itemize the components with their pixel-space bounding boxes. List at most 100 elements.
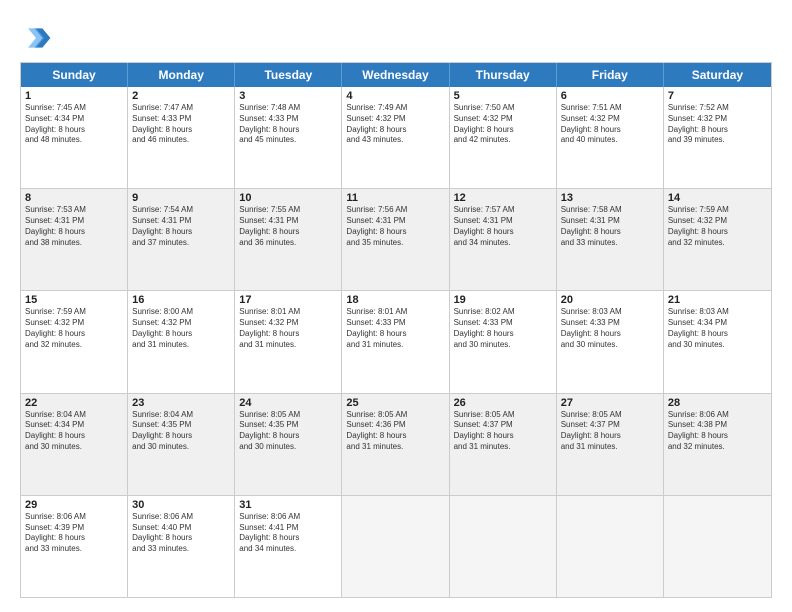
cell-info: Sunrise: 7:59 AMSunset: 4:32 PMDaylight:… — [668, 205, 767, 248]
day-cell-20: 20Sunrise: 8:03 AMSunset: 4:33 PMDayligh… — [557, 291, 664, 392]
cell-info: Sunrise: 8:05 AMSunset: 4:37 PMDaylight:… — [561, 410, 659, 453]
cell-info: Sunrise: 8:06 AMSunset: 4:40 PMDaylight:… — [132, 512, 230, 555]
day-cell-28: 28Sunrise: 8:06 AMSunset: 4:38 PMDayligh… — [664, 394, 771, 495]
header-day-thursday: Thursday — [450, 63, 557, 87]
day-cell-16: 16Sunrise: 8:00 AMSunset: 4:32 PMDayligh… — [128, 291, 235, 392]
day-cell-5: 5Sunrise: 7:50 AMSunset: 4:32 PMDaylight… — [450, 87, 557, 188]
header-day-friday: Friday — [557, 63, 664, 87]
day-number: 12 — [454, 192, 552, 204]
cell-info: Sunrise: 8:04 AMSunset: 4:34 PMDaylight:… — [25, 410, 123, 453]
header-day-monday: Monday — [128, 63, 235, 87]
day-cell-17: 17Sunrise: 8:01 AMSunset: 4:32 PMDayligh… — [235, 291, 342, 392]
cell-info: Sunrise: 7:52 AMSunset: 4:32 PMDaylight:… — [668, 103, 767, 146]
day-cell-11: 11Sunrise: 7:56 AMSunset: 4:31 PMDayligh… — [342, 189, 449, 290]
header — [20, 18, 772, 54]
day-cell-12: 12Sunrise: 7:57 AMSunset: 4:31 PMDayligh… — [450, 189, 557, 290]
day-cell-23: 23Sunrise: 8:04 AMSunset: 4:35 PMDayligh… — [128, 394, 235, 495]
day-number: 30 — [132, 499, 230, 511]
day-number: 18 — [346, 294, 444, 306]
day-number: 13 — [561, 192, 659, 204]
day-number: 29 — [25, 499, 123, 511]
day-number: 10 — [239, 192, 337, 204]
day-cell-9: 9Sunrise: 7:54 AMSunset: 4:31 PMDaylight… — [128, 189, 235, 290]
day-number: 31 — [239, 499, 337, 511]
header-day-tuesday: Tuesday — [235, 63, 342, 87]
day-cell-26: 26Sunrise: 8:05 AMSunset: 4:37 PMDayligh… — [450, 394, 557, 495]
cell-info: Sunrise: 7:48 AMSunset: 4:33 PMDaylight:… — [239, 103, 337, 146]
day-number: 25 — [346, 397, 444, 409]
day-cell-8: 8Sunrise: 7:53 AMSunset: 4:31 PMDaylight… — [21, 189, 128, 290]
cell-info: Sunrise: 7:51 AMSunset: 4:32 PMDaylight:… — [561, 103, 659, 146]
cell-info: Sunrise: 8:05 AMSunset: 4:36 PMDaylight:… — [346, 410, 444, 453]
day-cell-14: 14Sunrise: 7:59 AMSunset: 4:32 PMDayligh… — [664, 189, 771, 290]
day-number: 14 — [668, 192, 767, 204]
logo-icon — [20, 22, 52, 54]
day-number: 1 — [25, 90, 123, 102]
day-number: 17 — [239, 294, 337, 306]
cell-info: Sunrise: 7:47 AMSunset: 4:33 PMDaylight:… — [132, 103, 230, 146]
cell-info: Sunrise: 8:01 AMSunset: 4:32 PMDaylight:… — [239, 307, 337, 350]
day-cell-6: 6Sunrise: 7:51 AMSunset: 4:32 PMDaylight… — [557, 87, 664, 188]
cell-info: Sunrise: 8:06 AMSunset: 4:38 PMDaylight:… — [668, 410, 767, 453]
cell-info: Sunrise: 7:53 AMSunset: 4:31 PMDaylight:… — [25, 205, 123, 248]
cell-info: Sunrise: 7:54 AMSunset: 4:31 PMDaylight:… — [132, 205, 230, 248]
empty-cell — [342, 496, 449, 597]
cell-info: Sunrise: 8:01 AMSunset: 4:33 PMDaylight:… — [346, 307, 444, 350]
day-number: 8 — [25, 192, 123, 204]
day-number: 26 — [454, 397, 552, 409]
day-cell-4: 4Sunrise: 7:49 AMSunset: 4:32 PMDaylight… — [342, 87, 449, 188]
calendar: SundayMondayTuesdayWednesdayThursdayFrid… — [20, 62, 772, 598]
cell-info: Sunrise: 8:00 AMSunset: 4:32 PMDaylight:… — [132, 307, 230, 350]
cell-info: Sunrise: 8:06 AMSunset: 4:39 PMDaylight:… — [25, 512, 123, 555]
day-number: 3 — [239, 90, 337, 102]
header-day-sunday: Sunday — [21, 63, 128, 87]
day-cell-29: 29Sunrise: 8:06 AMSunset: 4:39 PMDayligh… — [21, 496, 128, 597]
day-number: 4 — [346, 90, 444, 102]
cell-info: Sunrise: 8:05 AMSunset: 4:35 PMDaylight:… — [239, 410, 337, 453]
day-number: 28 — [668, 397, 767, 409]
calendar-row-3: 15Sunrise: 7:59 AMSunset: 4:32 PMDayligh… — [21, 290, 771, 392]
day-cell-19: 19Sunrise: 8:02 AMSunset: 4:33 PMDayligh… — [450, 291, 557, 392]
logo — [20, 22, 56, 54]
day-number: 23 — [132, 397, 230, 409]
cell-info: Sunrise: 8:03 AMSunset: 4:34 PMDaylight:… — [668, 307, 767, 350]
cell-info: Sunrise: 8:03 AMSunset: 4:33 PMDaylight:… — [561, 307, 659, 350]
empty-cell — [557, 496, 664, 597]
empty-cell — [450, 496, 557, 597]
day-number: 19 — [454, 294, 552, 306]
cell-info: Sunrise: 7:45 AMSunset: 4:34 PMDaylight:… — [25, 103, 123, 146]
cell-info: Sunrise: 8:02 AMSunset: 4:33 PMDaylight:… — [454, 307, 552, 350]
header-day-wednesday: Wednesday — [342, 63, 449, 87]
day-cell-7: 7Sunrise: 7:52 AMSunset: 4:32 PMDaylight… — [664, 87, 771, 188]
cell-info: Sunrise: 8:06 AMSunset: 4:41 PMDaylight:… — [239, 512, 337, 555]
day-number: 16 — [132, 294, 230, 306]
cell-info: Sunrise: 7:50 AMSunset: 4:32 PMDaylight:… — [454, 103, 552, 146]
day-cell-2: 2Sunrise: 7:47 AMSunset: 4:33 PMDaylight… — [128, 87, 235, 188]
day-number: 2 — [132, 90, 230, 102]
day-cell-21: 21Sunrise: 8:03 AMSunset: 4:34 PMDayligh… — [664, 291, 771, 392]
calendar-row-4: 22Sunrise: 8:04 AMSunset: 4:34 PMDayligh… — [21, 393, 771, 495]
day-cell-27: 27Sunrise: 8:05 AMSunset: 4:37 PMDayligh… — [557, 394, 664, 495]
cell-info: Sunrise: 7:56 AMSunset: 4:31 PMDaylight:… — [346, 205, 444, 248]
day-cell-25: 25Sunrise: 8:05 AMSunset: 4:36 PMDayligh… — [342, 394, 449, 495]
calendar-row-5: 29Sunrise: 8:06 AMSunset: 4:39 PMDayligh… — [21, 495, 771, 597]
day-number: 21 — [668, 294, 767, 306]
day-number: 6 — [561, 90, 659, 102]
cell-info: Sunrise: 7:55 AMSunset: 4:31 PMDaylight:… — [239, 205, 337, 248]
cell-info: Sunrise: 7:57 AMSunset: 4:31 PMDaylight:… — [454, 205, 552, 248]
day-cell-18: 18Sunrise: 8:01 AMSunset: 4:33 PMDayligh… — [342, 291, 449, 392]
day-number: 15 — [25, 294, 123, 306]
cell-info: Sunrise: 7:49 AMSunset: 4:32 PMDaylight:… — [346, 103, 444, 146]
day-cell-10: 10Sunrise: 7:55 AMSunset: 4:31 PMDayligh… — [235, 189, 342, 290]
day-cell-15: 15Sunrise: 7:59 AMSunset: 4:32 PMDayligh… — [21, 291, 128, 392]
day-cell-24: 24Sunrise: 8:05 AMSunset: 4:35 PMDayligh… — [235, 394, 342, 495]
calendar-body: 1Sunrise: 7:45 AMSunset: 4:34 PMDaylight… — [21, 87, 771, 597]
header-day-saturday: Saturday — [664, 63, 771, 87]
day-cell-13: 13Sunrise: 7:58 AMSunset: 4:31 PMDayligh… — [557, 189, 664, 290]
day-cell-30: 30Sunrise: 8:06 AMSunset: 4:40 PMDayligh… — [128, 496, 235, 597]
day-cell-3: 3Sunrise: 7:48 AMSunset: 4:33 PMDaylight… — [235, 87, 342, 188]
calendar-header: SundayMondayTuesdayWednesdayThursdayFrid… — [21, 63, 771, 87]
day-cell-31: 31Sunrise: 8:06 AMSunset: 4:41 PMDayligh… — [235, 496, 342, 597]
page: SundayMondayTuesdayWednesdayThursdayFrid… — [0, 0, 792, 612]
day-cell-1: 1Sunrise: 7:45 AMSunset: 4:34 PMDaylight… — [21, 87, 128, 188]
